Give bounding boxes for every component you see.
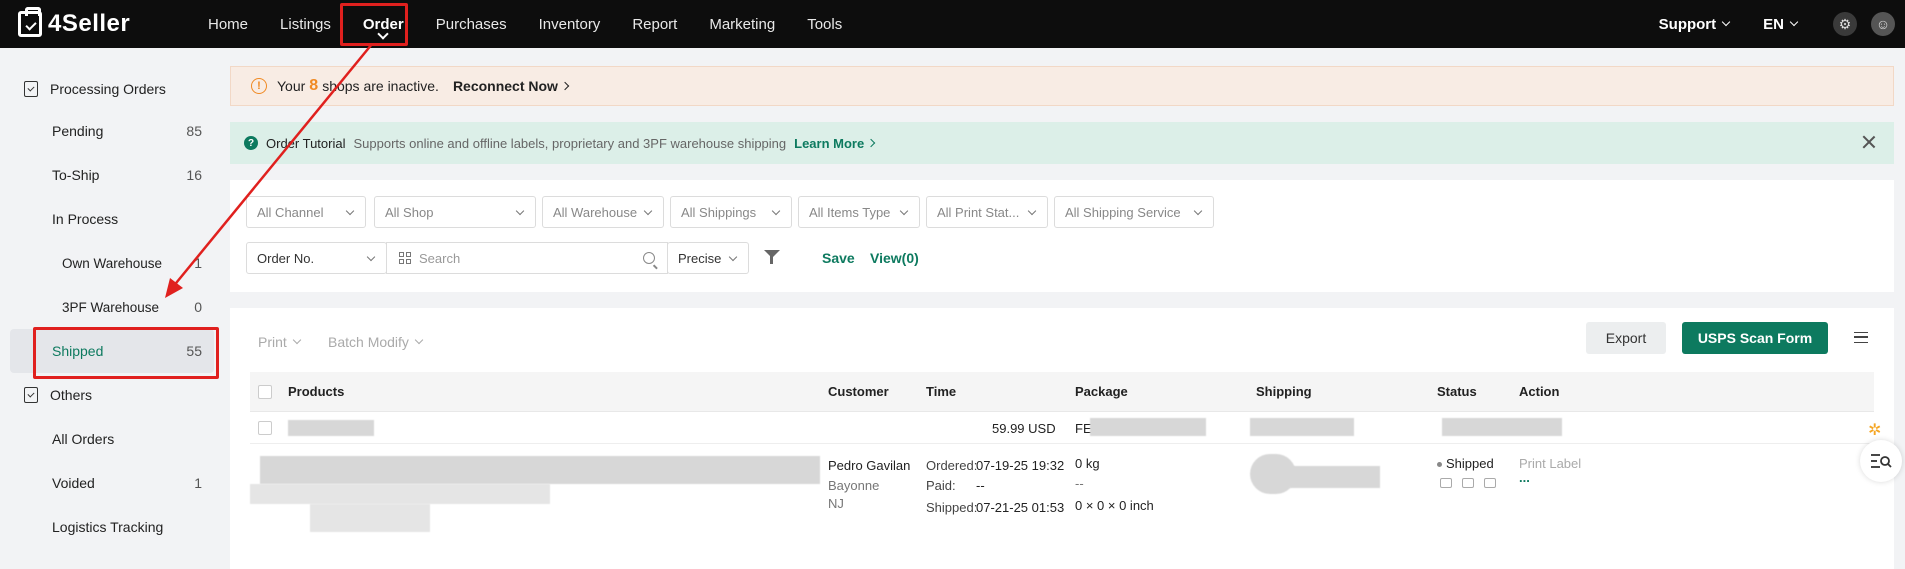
table-header: Products Customer Time Package Shipping … <box>250 372 1874 412</box>
nav-marketing[interactable]: Marketing <box>709 0 775 48</box>
grid-icon <box>399 252 411 264</box>
select-all-checkbox[interactable] <box>258 385 272 399</box>
order-no-select[interactable]: Order No. <box>246 242 387 274</box>
print-icons <box>1440 476 1506 491</box>
chevron-down-icon <box>1789 17 1799 27</box>
clipboard-icon <box>24 387 38 403</box>
sidebar-item-to-ship[interactable]: To-Ship 16 <box>10 153 214 197</box>
printer-icon[interactable] <box>1462 478 1474 488</box>
language-menu[interactable]: EN <box>1763 16 1799 33</box>
save-filter-button[interactable]: Save <box>822 250 855 266</box>
search-icon[interactable] <box>643 252 655 264</box>
reconnect-link[interactable]: Reconnect Now <box>453 78 570 94</box>
sidebar-item-all-orders[interactable]: All Orders <box>10 417 214 461</box>
status-dot-icon <box>1437 462 1442 468</box>
batch-modify-menu[interactable]: Batch Modify <box>328 334 424 350</box>
redacted-order-id <box>288 420 374 436</box>
usps-scan-form-button[interactable]: USPS Scan Form <box>1682 322 1828 354</box>
inactive-shops-banner: ! Your 8 shops are inactive. Reconnect N… <box>230 66 1894 106</box>
warning-icon: ! <box>251 78 267 94</box>
chevron-down-icon <box>515 206 525 216</box>
nav-home[interactable]: Home <box>208 0 248 48</box>
redacted-carrier <box>1290 466 1380 488</box>
nav-tools[interactable]: Tools <box>807 0 842 48</box>
filter-panel: All Channel All Shop All Warehouse All S… <box>230 180 1894 292</box>
sidebar-item-in-process[interactable]: In Process <box>10 197 214 241</box>
more-actions-button[interactable]: ... <box>1519 470 1530 485</box>
sidebar-item-3pf-warehouse[interactable]: 3PF Warehouse 0 <box>10 285 214 329</box>
shipping-service-select[interactable]: All Shipping Service <box>1054 196 1214 228</box>
print-label-link[interactable]: Print Label <box>1519 456 1581 471</box>
sidebar-group-processing: Processing Orders <box>24 81 166 97</box>
annotation-box-order <box>340 3 408 46</box>
status-badge: Shipped <box>1437 456 1494 471</box>
chevron-right-icon <box>560 81 570 91</box>
export-button[interactable]: Export <box>1586 322 1666 354</box>
clipboard-icon <box>24 81 38 97</box>
chevron-down-icon <box>1027 206 1037 216</box>
print-menu[interactable]: Print <box>258 334 302 350</box>
order-list-panel: Print Batch Modify Export USPS Scan Form… <box>230 308 1894 569</box>
printer-icon[interactable] <box>1484 478 1496 488</box>
sidebar-group-others: Others <box>24 387 92 403</box>
printer-icon[interactable] <box>1440 478 1452 488</box>
channel-select[interactable]: All Channel <box>246 196 366 228</box>
sidebar-item-own-warehouse[interactable]: Own Warehouse 1 <box>10 241 214 285</box>
nav-report[interactable]: Report <box>632 0 677 48</box>
shop-select[interactable]: All Shop <box>374 196 536 228</box>
top-right-menu: Support EN ⚙ ☺ <box>1625 12 1895 36</box>
floating-search-icon[interactable] <box>1860 440 1902 482</box>
learn-more-link[interactable]: Learn More <box>794 136 876 151</box>
chevron-down-icon <box>1193 206 1203 216</box>
chevron-down-icon <box>366 252 376 262</box>
view-filter-button[interactable]: View(0) <box>870 250 919 266</box>
chevron-right-icon <box>866 138 876 148</box>
chevron-down-icon <box>771 206 781 216</box>
sidebar-item-pending[interactable]: Pending 85 <box>10 109 214 153</box>
top-navbar: 4Seller Home Listings Order Purchases In… <box>0 0 1905 48</box>
nav-inventory[interactable]: Inventory <box>539 0 601 48</box>
sidebar: Processing Orders Pending 85 To-Ship 16 In… <box>0 48 220 569</box>
items-type-select[interactable]: All Items Type <box>798 196 920 228</box>
print-status-select[interactable]: All Print Stat... <box>926 196 1048 228</box>
chevron-down-icon <box>345 206 355 216</box>
order-tutorial-banner: ? Order Tutorial Supports online and off… <box>230 122 1894 164</box>
shippings-select[interactable]: All Shippings <box>670 196 792 228</box>
main-nav: Home Listings Order Purchases Inventory … <box>208 0 874 48</box>
redacted-product <box>260 456 820 484</box>
close-icon[interactable] <box>1862 135 1876 149</box>
redacted-status <box>1442 418 1562 436</box>
avatar[interactable]: ☺ <box>1871 12 1895 36</box>
settings-icon[interactable]: ⚙ <box>1833 12 1857 36</box>
chevron-down-icon <box>899 206 909 216</box>
chevron-down-icon <box>728 252 738 262</box>
marker-icon[interactable]: ✲ <box>1868 420 1881 440</box>
sidebar-item-voided[interactable]: Voided 1 <box>10 461 214 505</box>
logo-icon <box>18 7 42 37</box>
row-checkbox[interactable] <box>258 421 272 435</box>
help-icon: ? <box>244 136 258 150</box>
warehouse-select[interactable]: All Warehouse <box>542 196 664 228</box>
redacted-shipping <box>1250 418 1354 436</box>
order-group-row: 59.99 USD FE ✲ <box>250 412 1881 444</box>
redacted-tracking <box>1090 418 1206 436</box>
column-settings-icon[interactable] <box>1854 332 1868 343</box>
support-menu[interactable]: Support <box>1659 16 1731 33</box>
nav-purchases[interactable]: Purchases <box>436 0 507 48</box>
filter-icon[interactable] <box>764 250 780 264</box>
chevron-down-icon <box>643 206 653 216</box>
sidebar-item-logistics-tracking[interactable]: Logistics Tracking <box>10 505 214 549</box>
logo[interactable]: 4Seller <box>18 7 198 38</box>
precise-select[interactable]: Precise <box>667 242 749 274</box>
annotation-box-shipped <box>33 327 219 379</box>
nav-listings[interactable]: Listings <box>280 0 331 48</box>
search-input[interactable]: Search <box>386 242 668 274</box>
chevron-down-icon <box>292 335 302 345</box>
redacted-product-sku <box>310 504 430 532</box>
redacted-product-detail <box>250 484 550 504</box>
chevron-down-icon <box>1721 17 1731 27</box>
chevron-down-icon <box>414 335 424 345</box>
order-row[interactable]: Pedro Gavilan Bayonne NJ Ordered: 07-19-… <box>250 444 1874 564</box>
